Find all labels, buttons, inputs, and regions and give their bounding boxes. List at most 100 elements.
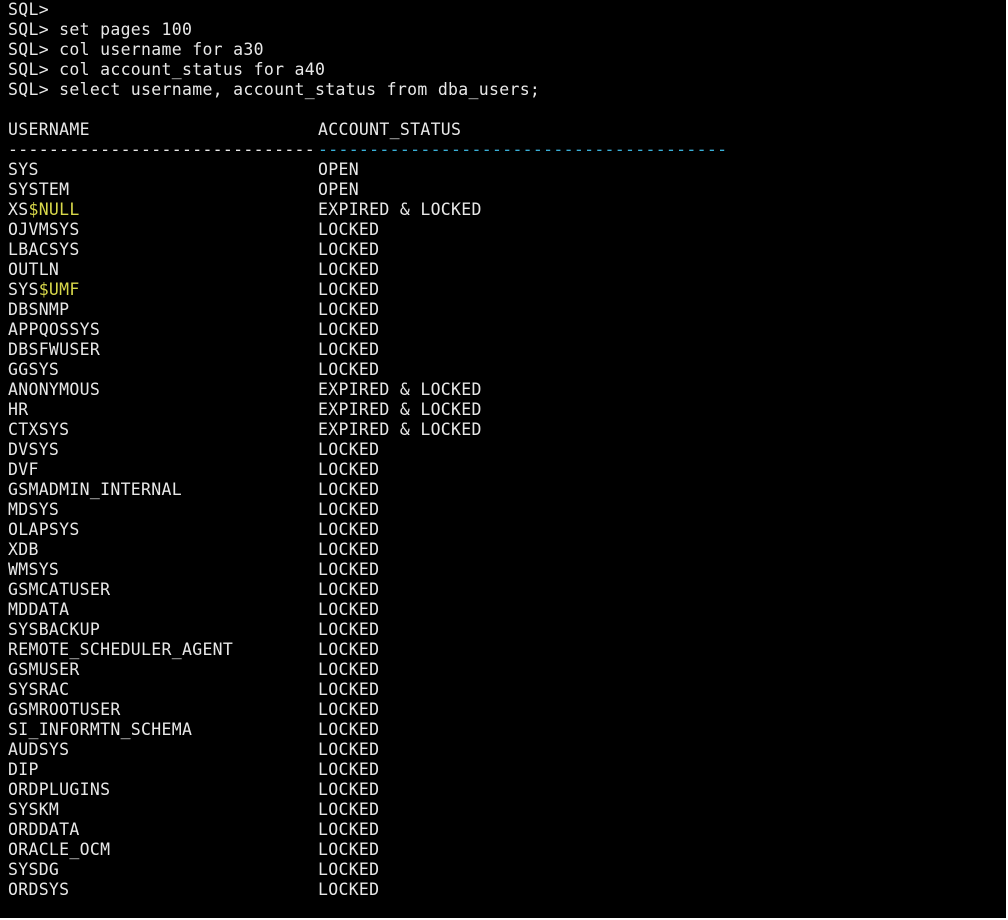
terminal-output: SQL> SQL> set pages 100 SQL> col username… xyxy=(8,0,727,900)
username-cell: GSMUSER xyxy=(8,660,80,679)
username-cell: SYSBACKUP xyxy=(8,620,101,639)
username-cell: HR xyxy=(8,400,29,419)
account-status-cell: LOCKED xyxy=(318,860,380,879)
command-text: col account_status for a40 xyxy=(59,60,326,79)
table-row: LBACSYS LOCKED xyxy=(8,240,727,260)
account-status-cell: LOCKED xyxy=(318,360,380,379)
account-status-cell: LOCKED xyxy=(318,620,380,639)
username-cell: AUDSYS xyxy=(8,740,70,759)
username-cell: SYSRAC xyxy=(8,680,70,699)
username-cell: XS$NULL xyxy=(8,200,80,219)
table-row: WMSYS LOCKED xyxy=(8,560,727,580)
account-status-cell: LOCKED xyxy=(318,560,380,579)
account-status-cell: LOCKED xyxy=(318,500,380,519)
account-status-cell: LOCKED xyxy=(318,460,380,479)
table-row: ANONYMOUS EXPIRED & LOCKED xyxy=(8,380,727,400)
table-row: SYSDG LOCKED xyxy=(8,860,727,880)
account-status-cell: LOCKED xyxy=(318,320,380,339)
username-cell: WMSYS xyxy=(8,560,60,579)
username-cell: XDB xyxy=(8,540,39,559)
table-row: DBSNMP LOCKED xyxy=(8,300,727,320)
username-cell: OUTLN xyxy=(8,260,60,279)
table-row: DBSFWUSER LOCKED xyxy=(8,340,727,360)
sql-prompt: SQL> xyxy=(8,60,49,79)
username-cell: GSMROOTUSER xyxy=(8,700,121,719)
account-status-cell: LOCKED xyxy=(318,640,380,659)
sql-prompt: SQL> xyxy=(8,0,49,19)
username-cell: DIP xyxy=(8,760,39,779)
account-status-cell: LOCKED xyxy=(318,280,380,299)
table-row: REMOTE_SCHEDULER_AGENT LOCKED xyxy=(8,640,727,660)
table-row: OJVMSYS LOCKED xyxy=(8,220,727,240)
account-status-cell: LOCKED xyxy=(318,340,380,359)
table-row: SYS$UMF LOCKED xyxy=(8,280,727,300)
command-line: SQL> select username, account_status fro… xyxy=(8,80,727,100)
table-row: SYS OPEN xyxy=(8,160,727,180)
table-row: SYSBACKUP LOCKED xyxy=(8,620,727,640)
table-row: OLAPSYS LOCKED xyxy=(8,520,727,540)
account-status-cell: LOCKED xyxy=(318,800,380,819)
table-row: GSMADMIN_INTERNAL LOCKED xyxy=(8,480,727,500)
command-text: set pages 100 xyxy=(59,20,193,39)
account-status-cell: LOCKED xyxy=(318,520,380,539)
account-status-cell: LOCKED xyxy=(318,600,380,619)
username-cell: ORACLE_OCM xyxy=(8,840,111,859)
account-status-cell: LOCKED xyxy=(318,580,380,599)
username-cell: SI_INFORMTN_SCHEMA xyxy=(8,720,193,739)
table-row: DVF LOCKED xyxy=(8,460,727,480)
account-status-cell: LOCKED xyxy=(318,540,380,559)
terminal-window[interactable]: SQL> SQL> set pages 100 SQL> col username… xyxy=(0,0,1006,918)
account-status-cell: LOCKED xyxy=(318,820,380,839)
separator-row: ------------------------------ ----------… xyxy=(8,140,727,160)
table-row: DVSYS LOCKED xyxy=(8,440,727,460)
command-line: SQL> set pages 100 xyxy=(8,20,727,40)
account-status-cell: LOCKED xyxy=(318,300,380,319)
account-status-cell: LOCKED xyxy=(318,740,380,759)
sql-prompt: SQL> xyxy=(8,40,49,59)
username-cell: ORDSYS xyxy=(8,880,70,899)
command-text: select username, account_status from dba… xyxy=(59,80,541,99)
account-status-cell: LOCKED xyxy=(318,660,380,679)
username-cell: GGSYS xyxy=(8,360,60,379)
command-line: SQL> xyxy=(8,0,727,20)
table-row: GSMUSER LOCKED xyxy=(8,660,727,680)
username-cell: GSMADMIN_INTERNAL xyxy=(8,480,182,499)
account-status-cell: LOCKED xyxy=(318,880,380,899)
username-cell: SYSKM xyxy=(8,800,60,819)
highlighted-token: $UMF xyxy=(38,280,80,299)
highlighted-token: $NULL xyxy=(28,200,80,219)
separator-account-status: ---------------------------------------- xyxy=(318,140,728,159)
username-cell: LBACSYS xyxy=(8,240,80,259)
username-cell: SYS$UMF xyxy=(8,280,80,299)
username-cell: SYSTEM xyxy=(8,180,70,199)
username-cell: SYS xyxy=(8,160,39,179)
username-cell: SYSDG xyxy=(8,860,60,879)
username-cell: APPQOSSYS xyxy=(8,320,101,339)
account-status-cell: EXPIRED & LOCKED xyxy=(318,420,482,439)
username-cell: DVSYS xyxy=(8,440,60,459)
username-cell: GSMCATUSER xyxy=(8,580,111,599)
table-row: MDSYS LOCKED xyxy=(8,500,727,520)
account-status-cell: EXPIRED & LOCKED xyxy=(318,380,482,399)
sql-prompt: SQL> xyxy=(8,20,49,39)
command-line: SQL> col username for a30 xyxy=(8,40,727,60)
account-status-cell: LOCKED xyxy=(318,780,380,799)
table-row: DIP LOCKED xyxy=(8,760,727,780)
column-header-username: USERNAME xyxy=(8,120,90,139)
table-row: GGSYS LOCKED xyxy=(8,360,727,380)
account-status-cell: EXPIRED & LOCKED xyxy=(318,400,482,419)
account-status-cell: LOCKED xyxy=(318,440,380,459)
account-status-cell: LOCKED xyxy=(318,680,380,699)
table-row: GSMCATUSER LOCKED xyxy=(8,580,727,600)
account-status-cell: LOCKED xyxy=(318,220,380,239)
table-row: AUDSYS LOCKED xyxy=(8,740,727,760)
username-cell: CTXSYS xyxy=(8,420,70,439)
username-cell: DVF xyxy=(8,460,39,479)
username-cell: REMOTE_SCHEDULER_AGENT xyxy=(8,640,234,659)
username-cell: DBSNMP xyxy=(8,300,70,319)
table-row: ORDSYS LOCKED xyxy=(8,880,727,900)
username-cell: ORDPLUGINS xyxy=(8,780,111,799)
username-cell: ORDDATA xyxy=(8,820,80,839)
account-status-cell: LOCKED xyxy=(318,240,380,259)
username-cell: DBSFWUSER xyxy=(8,340,101,359)
